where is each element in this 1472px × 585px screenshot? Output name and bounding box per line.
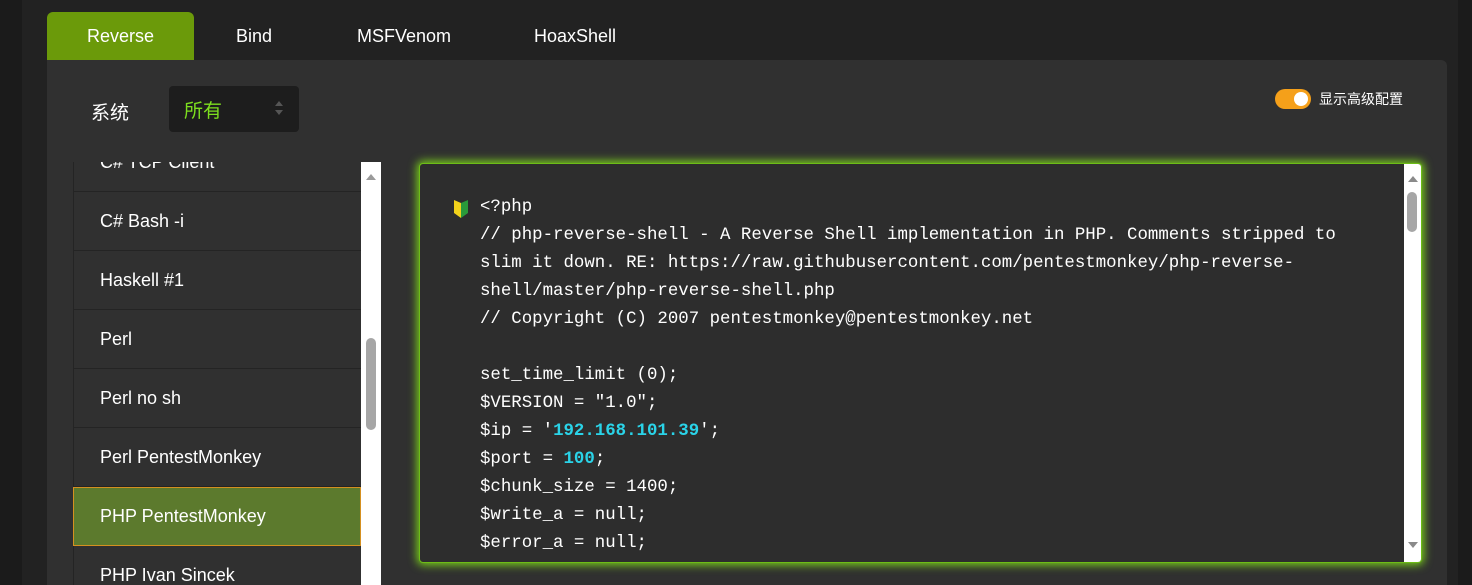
- page-left-margin: [0, 0, 22, 585]
- scroll-up-icon[interactable]: [1408, 176, 1418, 182]
- list-item[interactable]: Perl: [73, 310, 361, 369]
- list-item[interactable]: Haskell #1: [73, 251, 361, 310]
- page-right-margin: [1458, 0, 1472, 585]
- port-value: 100: [563, 450, 595, 469]
- code-line: set_time_limit (0);: [480, 366, 679, 385]
- code-line: $chunk_size = 1400;: [480, 478, 679, 497]
- code-line: $write_a = null;: [480, 506, 647, 525]
- code-line: // Copyright (C) 2007 pentestmonkey@pent…: [480, 310, 1034, 329]
- code-scrollbar[interactable]: [1404, 164, 1421, 562]
- scroll-thumb[interactable]: [366, 338, 376, 430]
- code-text: <?php // php-reverse-shell - A Reverse Sh…: [480, 194, 1360, 558]
- code-output[interactable]: <?php // php-reverse-shell - A Reverse Sh…: [419, 163, 1422, 563]
- list-item[interactable]: PHP Ivan Sincek: [73, 546, 361, 585]
- os-select[interactable]: 所有: [169, 86, 299, 132]
- os-label: 系统: [91, 103, 130, 124]
- list-item[interactable]: C# TCP Client: [73, 162, 361, 192]
- code-line-ip: $ip = '192.168.101.39';: [480, 422, 721, 441]
- shell-list: C# TCP Client C# Bash -i Haskell #1 Perl…: [73, 162, 381, 585]
- shell-type-tabs: Reverse Bind MSFVenom HoaxShell: [47, 12, 656, 60]
- list-item[interactable]: Perl no sh: [73, 369, 361, 428]
- list-item-selected[interactable]: PHP PentestMonkey: [73, 487, 361, 546]
- tab-bind[interactable]: Bind: [194, 12, 314, 60]
- toggle-knob: [1294, 92, 1308, 106]
- code-line: $error_a = null;: [480, 534, 647, 553]
- os-select-value: 所有: [184, 100, 223, 122]
- tab-reverse[interactable]: Reverse: [47, 12, 194, 60]
- scroll-up-icon[interactable]: [366, 174, 376, 180]
- advanced-label: 显示高级配置: [1319, 91, 1403, 107]
- code-line-port: $port = 100;: [480, 450, 606, 469]
- scroll-thumb[interactable]: [1407, 192, 1417, 232]
- list-item[interactable]: Perl PentestMonkey: [73, 428, 361, 487]
- code-line: $VERSION = "1.0";: [480, 394, 658, 413]
- scroll-down-icon[interactable]: [1408, 542, 1418, 548]
- code-line: // php-reverse-shell - A Reverse Shell i…: [480, 226, 1347, 301]
- advanced-toggle[interactable]: [1275, 89, 1311, 109]
- beginner-mark-icon: [454, 200, 468, 218]
- list-scrollbar[interactable]: [361, 162, 381, 585]
- list-item[interactable]: C# Bash -i: [73, 192, 361, 251]
- ip-value: 192.168.101.39: [553, 422, 700, 441]
- tab-hoaxshell[interactable]: HoaxShell: [494, 12, 656, 60]
- select-arrows-icon: [275, 101, 283, 117]
- advanced-config: 显示高级配置: [1275, 89, 1403, 109]
- code-line: <?php: [480, 198, 533, 217]
- tab-msfvenom[interactable]: MSFVenom: [314, 12, 494, 60]
